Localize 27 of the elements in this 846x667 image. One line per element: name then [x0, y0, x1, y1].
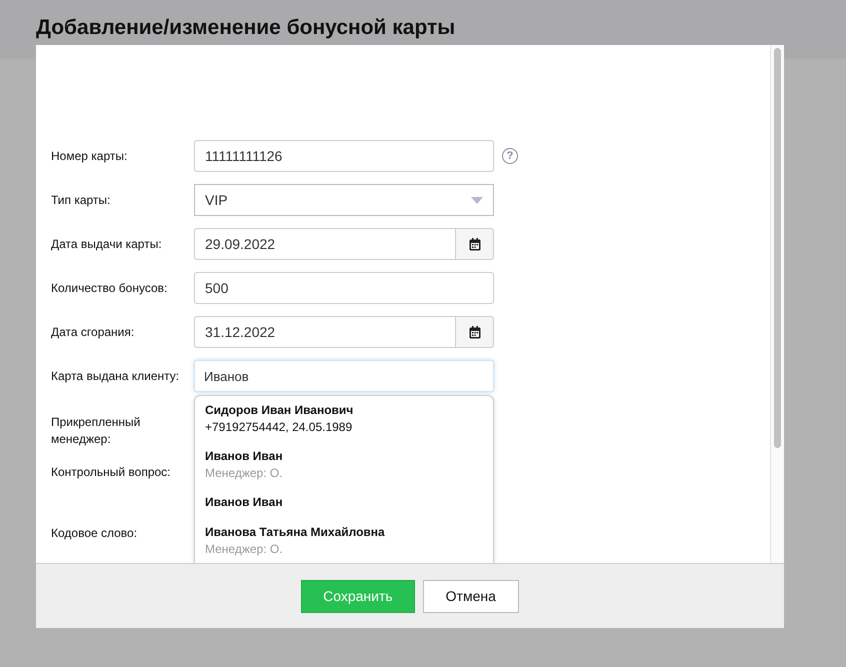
- field-label: Номер карты:: [51, 148, 128, 164]
- caret-icon: [471, 196, 483, 204]
- suggestion-item[interactable]: Иванов Иван Менеджер: О.: [195, 444, 493, 490]
- field-label: Карта выдана клиенту:: [51, 368, 180, 384]
- date-field[interactable]: 31.12.2022: [194, 316, 456, 348]
- field-label: Тип карты:: [51, 192, 112, 208]
- dialog-title: Добавление/изменение бонусной карты: [36, 16, 456, 40]
- calendar-button[interactable]: [456, 316, 494, 348]
- scrollbar[interactable]: [770, 45, 784, 563]
- suggestion-item[interactable]: Сидоров Иван Иванович +79192754442, 24.05.1989: [195, 398, 493, 444]
- input-field[interactable]: 500: [194, 272, 494, 304]
- suggestion-item[interactable]: Иванова Татьяна Михайловна Менеджер: О.: [195, 520, 493, 563]
- input-field[interactable]: 11111111126: [194, 140, 494, 172]
- calendar-button[interactable]: [456, 228, 494, 260]
- calendar-icon: [468, 238, 480, 250]
- field-label: Контрольный вопрос:: [51, 464, 172, 481]
- select-field[interactable]: VIP: [194, 184, 494, 216]
- field-label: Прикрепленный менеджер:: [51, 414, 142, 448]
- cancel-button[interactable]: Отмена: [422, 580, 519, 612]
- field-label: Кодовое слово:: [51, 525, 138, 542]
- field-label: Дата сгорания:: [51, 324, 136, 340]
- calendar-icon: [468, 326, 480, 338]
- suggestion-item[interactable]: Иванов Иван: [195, 490, 493, 520]
- search-field[interactable]: Иванов: [194, 360, 494, 392]
- field-label: Дата выдачи карты:: [51, 236, 163, 252]
- date-field[interactable]: 29.09.2022: [194, 228, 456, 260]
- field-label: Количество бонусов:: [51, 280, 168, 296]
